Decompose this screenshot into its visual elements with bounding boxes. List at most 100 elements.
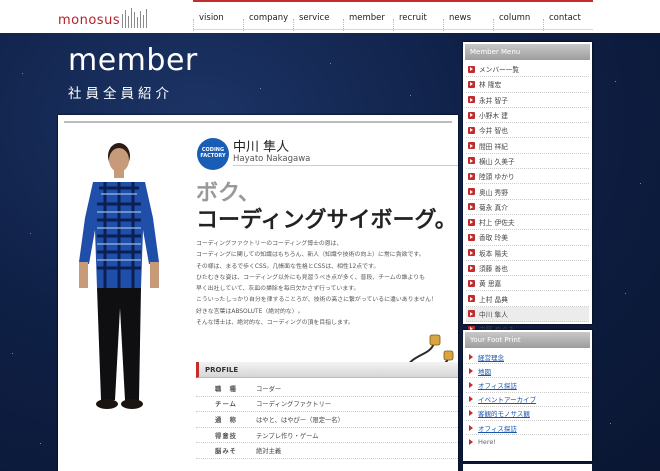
nav-tick xyxy=(193,19,194,31)
nav-tick xyxy=(393,19,394,31)
page-subtitle: 社員全員紹介 xyxy=(68,86,173,102)
foot-print-label: イベントアーカイブ xyxy=(478,396,537,405)
triangle-right-icon xyxy=(469,410,473,417)
member-name-en: Hayato Nakagawa xyxy=(233,154,311,164)
arrow-right-icon xyxy=(468,279,475,287)
intro-line: そんな博士は、絶対的な、コーディングの頂を目指します。 xyxy=(196,320,355,327)
foot-print-link[interactable]: 客観的モノサス観 xyxy=(466,407,589,421)
profile-value: コーダー xyxy=(256,385,282,393)
nav-tick xyxy=(493,19,494,31)
foot-print-title: Your Foot Print xyxy=(465,332,590,348)
member-item[interactable]: 間田 祥紀 xyxy=(466,138,589,154)
member-item[interactable]: 上村 晶典 xyxy=(466,291,589,307)
profile-row: チーム コーディングファクトリー xyxy=(196,397,458,413)
member-item-label: 香取 玲美 xyxy=(479,234,508,243)
intro-line: こういったしっかり自分を律することろが、技術の高さに繋がっているに違いありません… xyxy=(196,297,437,304)
intro-text: コーディングファクトリーのコーディング博士の恩は、 コーディングに関しての知識は… xyxy=(196,239,458,329)
arrow-right-icon xyxy=(468,65,475,73)
profile-value: コーディングファクトリー xyxy=(256,401,332,409)
member-item[interactable]: 須藤 善也 xyxy=(466,261,589,277)
nav-member[interactable]: member xyxy=(349,13,385,23)
member-item-label: 横山 久美子 xyxy=(479,157,515,166)
logo-text: monosus xyxy=(58,13,121,28)
triangle-right-icon xyxy=(469,424,473,431)
member-item-label: 林 隆宏 xyxy=(479,81,502,90)
member-item-label: 奥山 秀野 xyxy=(479,188,508,197)
arrow-right-icon xyxy=(468,188,475,196)
page-title: member xyxy=(68,43,198,78)
profile-key: 通 称 xyxy=(215,416,237,424)
member-item[interactable]: メンバー一覧 xyxy=(466,62,589,78)
member-item[interactable]: 今井 智也 xyxy=(466,123,589,139)
member-profile-panel: CODING FACTORY 中川 隼人 Hayato Nakagawa ボク、… xyxy=(58,115,458,471)
member-item-label: 永井 智子 xyxy=(479,96,508,105)
member-item[interactable]: 黄 思嘉 xyxy=(466,276,589,292)
member-item[interactable]: 坂本 陽夫 xyxy=(466,246,589,261)
foot-print-link[interactable]: 地図 xyxy=(466,364,589,379)
nav-company[interactable]: company xyxy=(249,13,288,23)
member-item[interactable]: 村上 伊佐夫 xyxy=(466,215,589,231)
arrow-right-icon xyxy=(468,157,475,165)
coding-factory-badge: CODING FACTORY xyxy=(197,138,229,170)
arrow-right-icon xyxy=(468,126,475,134)
nav-tick xyxy=(293,19,294,31)
foot-print-current: Here! xyxy=(466,435,589,449)
member-item[interactable]: 永井 智子 xyxy=(466,93,589,108)
nav-contact[interactable]: contact xyxy=(549,13,581,23)
arrow-right-icon xyxy=(468,111,475,119)
member-item[interactable]: 小野木 建 xyxy=(466,108,589,124)
member-menu: Member Menu メンバー一覧 林 隆宏 永井 智子 小野木 建 今井 智… xyxy=(463,42,592,338)
member-item-current[interactable]: 中川 隼人 xyxy=(466,306,589,323)
member-item[interactable]: 菊永 真介 xyxy=(466,200,589,215)
triangle-right-icon xyxy=(469,381,473,388)
profile-table: 職 種 コーダー チーム コーディングファクトリー 通 称 はやと、はやぴー（限… xyxy=(196,381,458,459)
intro-line: 好きな言葉はABSOLUTE（絶対的な）。 xyxy=(196,308,304,315)
member-item-label: 上村 晶典 xyxy=(479,295,508,304)
site-logo[interactable]: monosus xyxy=(58,6,149,28)
profile-key: 脳みそ xyxy=(215,448,237,456)
member-item[interactable]: 奥山 秀野 xyxy=(466,184,589,200)
nav-tick xyxy=(343,19,344,31)
member-name-ja: 中川 隼人 xyxy=(233,140,290,155)
profile-row: 通 称 はやと、はやぴー（限定一名） xyxy=(196,412,458,428)
member-item-label: 陸頭 ゆかり xyxy=(479,173,515,182)
profile-row: 職 種 コーダー xyxy=(196,381,458,397)
member-item-label: メンバー一覧 xyxy=(479,66,520,75)
nav-tick xyxy=(243,19,244,31)
nav-vision[interactable]: vision xyxy=(199,13,224,23)
member-item[interactable]: 香取 玲美 xyxy=(466,230,589,246)
foot-print-label: 客観的モノサス観 xyxy=(478,410,530,419)
arrow-right-icon xyxy=(468,218,475,226)
profile-heading: PROFILE xyxy=(196,362,458,378)
foot-print-link[interactable]: イベントアーカイブ xyxy=(466,393,589,407)
profile-key: チーム xyxy=(215,401,237,409)
profile-key: 職 種 xyxy=(215,385,237,393)
member-item[interactable]: 林 隆宏 xyxy=(466,77,589,93)
member-item-label: 今井 智也 xyxy=(479,127,508,136)
arrow-right-icon xyxy=(468,233,475,241)
nav-column[interactable]: column xyxy=(499,13,530,23)
profile-value: 絶対主義 xyxy=(256,448,282,456)
arrow-right-icon xyxy=(468,96,475,104)
site-header: monosus vision company service member re… xyxy=(0,0,660,33)
member-item[interactable]: 陸頭 ゆかり xyxy=(466,169,589,185)
foot-print-link[interactable]: 経営理念 xyxy=(466,350,589,365)
foot-print-link[interactable]: オフィス探訪 xyxy=(466,421,589,436)
badge-line2: FACTORY xyxy=(200,153,226,159)
member-item-label: 小野木 建 xyxy=(479,112,508,121)
member-item[interactable]: 横山 久美子 xyxy=(466,154,589,170)
nav-service[interactable]: service xyxy=(299,13,329,23)
member-photo xyxy=(79,143,159,409)
nav-recruit[interactable]: recruit xyxy=(399,13,427,23)
member-item-label: 間田 祥紀 xyxy=(479,142,508,151)
arrow-right-icon xyxy=(468,249,475,257)
member-menu-title: Member Menu xyxy=(465,44,590,60)
foot-print-link[interactable]: オフィス探訪 xyxy=(466,378,589,393)
global-nav: vision company service member recruit ne… xyxy=(193,0,593,33)
foot-print-label: 地図 xyxy=(478,367,491,376)
intro-line: ひたむきな姿は、コーディング以外にも見習うべき点が多く、普段、チームの誰よりも xyxy=(196,274,426,281)
member-item-label: 村上 伊佐夫 xyxy=(479,219,515,228)
foot-print-panel: Your Foot Print 経営理念 地図 オフィス探訪 イベントアーカイブ… xyxy=(463,330,592,461)
nav-news[interactable]: news xyxy=(449,13,471,23)
profile-value: テンプレ作り・ゲーム xyxy=(256,432,319,440)
